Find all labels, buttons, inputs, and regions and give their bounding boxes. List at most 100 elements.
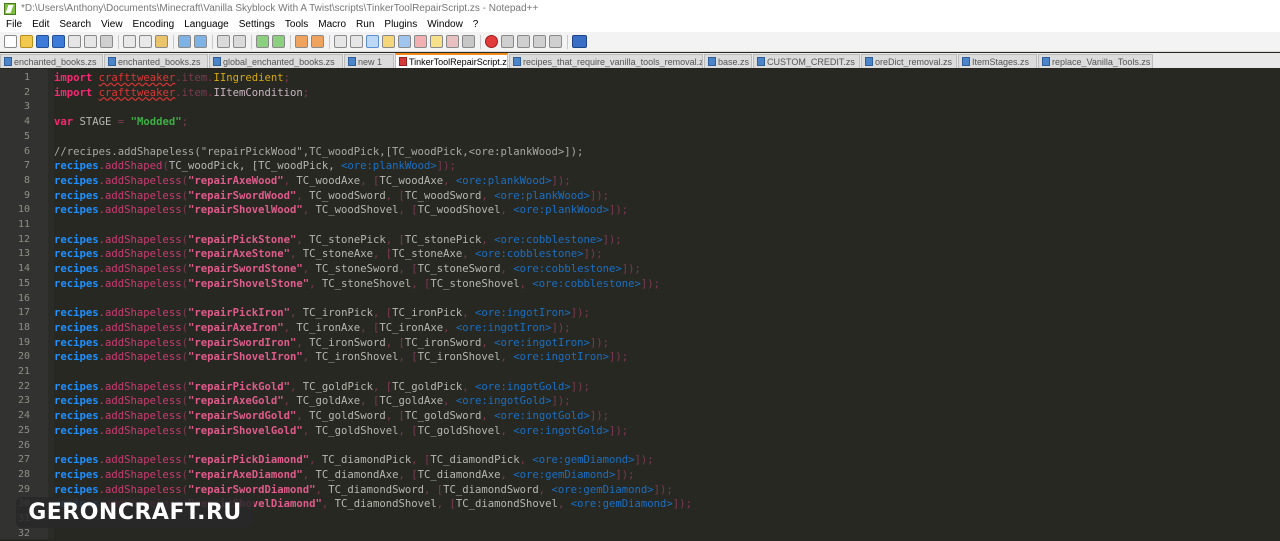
ore-dict: <ore:gemDiamond> [551, 483, 654, 496]
spell-check-icon[interactable] [572, 35, 587, 48]
replace-icon[interactable] [233, 35, 246, 48]
menu-edit[interactable]: Edit [27, 19, 54, 30]
tab-tinker-tool-repair-script[interactable]: TinkerToolRepairScript.zs × [395, 53, 508, 68]
show-all-chars-icon[interactable] [350, 35, 363, 48]
line-number[interactable]: 21 [0, 365, 30, 380]
line-number[interactable]: 4 [0, 115, 30, 130]
line-number[interactable]: 23 [0, 394, 30, 409]
punctuation: ]); [551, 395, 571, 408]
line-number[interactable]: 16 [0, 292, 30, 307]
sync-horizontal-icon[interactable] [311, 35, 324, 48]
line-number[interactable]: 17 [0, 306, 30, 321]
print-icon[interactable] [100, 35, 113, 48]
tab-item-stages[interactable]: ItemStages.zs [958, 54, 1037, 68]
line-number[interactable]: 22 [0, 380, 30, 395]
menu-tools[interactable]: Tools [280, 19, 313, 30]
line-number[interactable]: 18 [0, 321, 30, 336]
word-wrap-icon[interactable] [334, 35, 347, 48]
tab-custom-credit[interactable]: CUSTOM_CREDIT.zs [753, 54, 860, 68]
menu-search[interactable]: Search [54, 19, 96, 30]
zoom-out-icon[interactable] [272, 35, 285, 48]
menu-window[interactable]: Window [422, 19, 468, 30]
tab-replace-vanilla-tools[interactable]: replace_Vanilla_Tools.zs [1038, 54, 1153, 68]
tab-recipes-vanilla-tools-removal[interactable]: recipes_that_require_vanilla_tools_remov… [509, 54, 703, 68]
save-macro-icon[interactable] [549, 35, 562, 48]
menu-macro[interactable]: Macro [313, 19, 351, 30]
line-number[interactable]: 12 [0, 233, 30, 248]
cut-icon[interactable] [123, 35, 136, 48]
line-number[interactable]: 8 [0, 174, 30, 189]
menu-view[interactable]: View [96, 19, 128, 30]
line-number[interactable]: 13 [0, 247, 30, 262]
run-macro-multiple-icon[interactable] [533, 35, 546, 48]
tab-global-enchanted-books[interactable]: global_enchanted_books.zs [209, 54, 343, 68]
eye-icon[interactable] [462, 35, 475, 48]
code-editor[interactable]: import crafttweaker.item.IIngredient; im… [54, 69, 1280, 539]
redo-icon[interactable] [194, 35, 207, 48]
close-all-icon[interactable] [84, 35, 97, 48]
punctuation: ]); [436, 160, 456, 173]
undo-icon[interactable] [178, 35, 191, 48]
menu-settings[interactable]: Settings [234, 19, 280, 30]
menu-encoding[interactable]: Encoding [128, 19, 180, 30]
line-number[interactable]: 29 [0, 483, 30, 498]
new-file-icon[interactable] [4, 35, 17, 48]
line-number[interactable]: 6 [0, 145, 30, 160]
menu-run[interactable]: Run [351, 19, 379, 30]
record-macro-icon[interactable] [485, 35, 498, 48]
close-file-icon[interactable] [68, 35, 81, 48]
menu-language[interactable]: Language [179, 19, 234, 30]
indent-guide-icon[interactable] [366, 35, 379, 48]
ore-dict: <ore:ingotGold> [513, 424, 609, 437]
zoom-in-icon[interactable] [256, 35, 269, 48]
line-number[interactable]: 1 [0, 71, 30, 86]
folder-workspace-icon[interactable] [430, 35, 443, 48]
copy-icon[interactable] [139, 35, 152, 48]
stop-macro-icon[interactable] [501, 35, 514, 48]
line-number[interactable]: 28 [0, 468, 30, 483]
line-number[interactable]: 11 [0, 218, 30, 233]
toolbar [0, 32, 1280, 52]
punctuation: , [ [411, 454, 431, 467]
find-icon[interactable] [217, 35, 230, 48]
open-folder-icon[interactable] [20, 35, 33, 48]
line-number[interactable]: 27 [0, 453, 30, 468]
line-number[interactable]: 25 [0, 424, 30, 439]
doc-map-icon[interactable] [398, 35, 411, 48]
menu-file[interactable]: File [0, 19, 27, 30]
package-separator: .item. [175, 72, 214, 84]
file-icon [348, 57, 356, 66]
output-item: TC_diamondAxe [315, 468, 399, 481]
line-number[interactable]: 9 [0, 189, 30, 204]
line-number[interactable]: 24 [0, 409, 30, 424]
function-list-icon[interactable] [414, 35, 427, 48]
line-number[interactable]: 10 [0, 203, 30, 218]
tab-oredict-removal[interactable]: oreDict_removal.zs [861, 54, 957, 68]
line-number[interactable]: 2 [0, 86, 30, 101]
user-lang-icon[interactable] [382, 35, 395, 48]
menu-plugins[interactable]: Plugins [379, 19, 422, 30]
save-icon[interactable] [36, 35, 49, 48]
input-item: TC_goldAxe [379, 395, 444, 408]
sync-vertical-icon[interactable] [295, 35, 308, 48]
line-number[interactable]: 19 [0, 336, 30, 351]
input-item: TC_woodSword [404, 189, 482, 202]
monitoring-icon[interactable] [446, 35, 459, 48]
line-number[interactable]: 7 [0, 159, 30, 174]
tab-new-1[interactable]: new 1 [344, 54, 394, 68]
line-number[interactable]: 3 [0, 100, 30, 115]
save-all-icon[interactable] [52, 35, 65, 48]
tab-enchanted-books-2[interactable]: enchanted_books.zs [104, 54, 208, 68]
file-icon [708, 57, 716, 66]
line-number[interactable]: 20 [0, 350, 30, 365]
tab-base[interactable]: base.zs [704, 54, 752, 68]
menu-help[interactable]: ? [468, 19, 484, 30]
play-macro-icon[interactable] [517, 35, 530, 48]
line-number[interactable]: 5 [0, 130, 30, 145]
line-number[interactable]: 14 [0, 262, 30, 277]
line-number[interactable]: 26 [0, 439, 30, 454]
line-number[interactable]: 15 [0, 277, 30, 292]
output-item: TC_stonePick [309, 233, 386, 246]
paste-icon[interactable] [155, 35, 168, 48]
tab-enchanted-books-1[interactable]: enchanted_books.zs [0, 54, 103, 68]
